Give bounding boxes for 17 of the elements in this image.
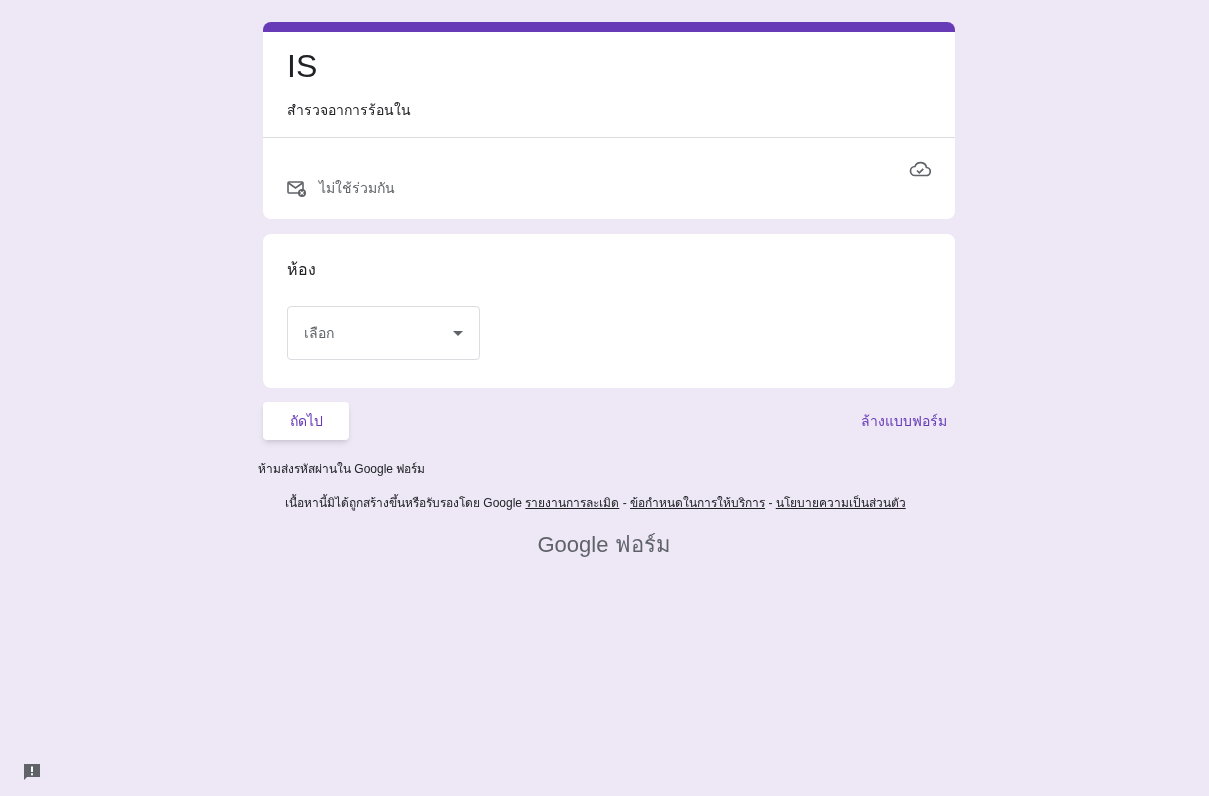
feedback-icon[interactable] (22, 762, 42, 782)
email-status: ไม่ใช้ร่วมกัน (319, 179, 395, 198)
google-forms-logo: Google ฟอร์ม (537, 531, 671, 559)
question-label: ห้อง (287, 260, 317, 280)
clear-form-link[interactable]: ล้างแบบฟอร์ม (861, 410, 947, 432)
next-button[interactable]: ถัดไป (263, 402, 349, 440)
form-description: สำรวจอาการร้อนใน (287, 101, 412, 120)
caret-icon (453, 330, 463, 336)
disclaimer-text: เนื้อหานี้มิได้ถูกสร้างขึ้นหรือรับรองโดย Google รายงานการละเมิด - ข้อกำหนดในการให้บริการ - นโยบายความเป็นส่วนตัว (285, 494, 907, 512)
mail-icon (287, 179, 307, 198)
cloud-check-icon (909, 161, 931, 177)
room-dropdown[interactable]: เลือก (287, 306, 480, 360)
footer-link[interactable]: รายงานการละเมิด (525, 496, 620, 510)
footer-link[interactable]: ข้อกำหนดในการให้บริการ (630, 496, 766, 510)
footer-link[interactable]: นโยบายความเป็นส่วนตัว (775, 496, 906, 510)
form-title: IS (287, 47, 319, 86)
password-warning: ห้ามส่งรหัสผ่านใน Google ฟอร์ม (258, 461, 427, 478)
